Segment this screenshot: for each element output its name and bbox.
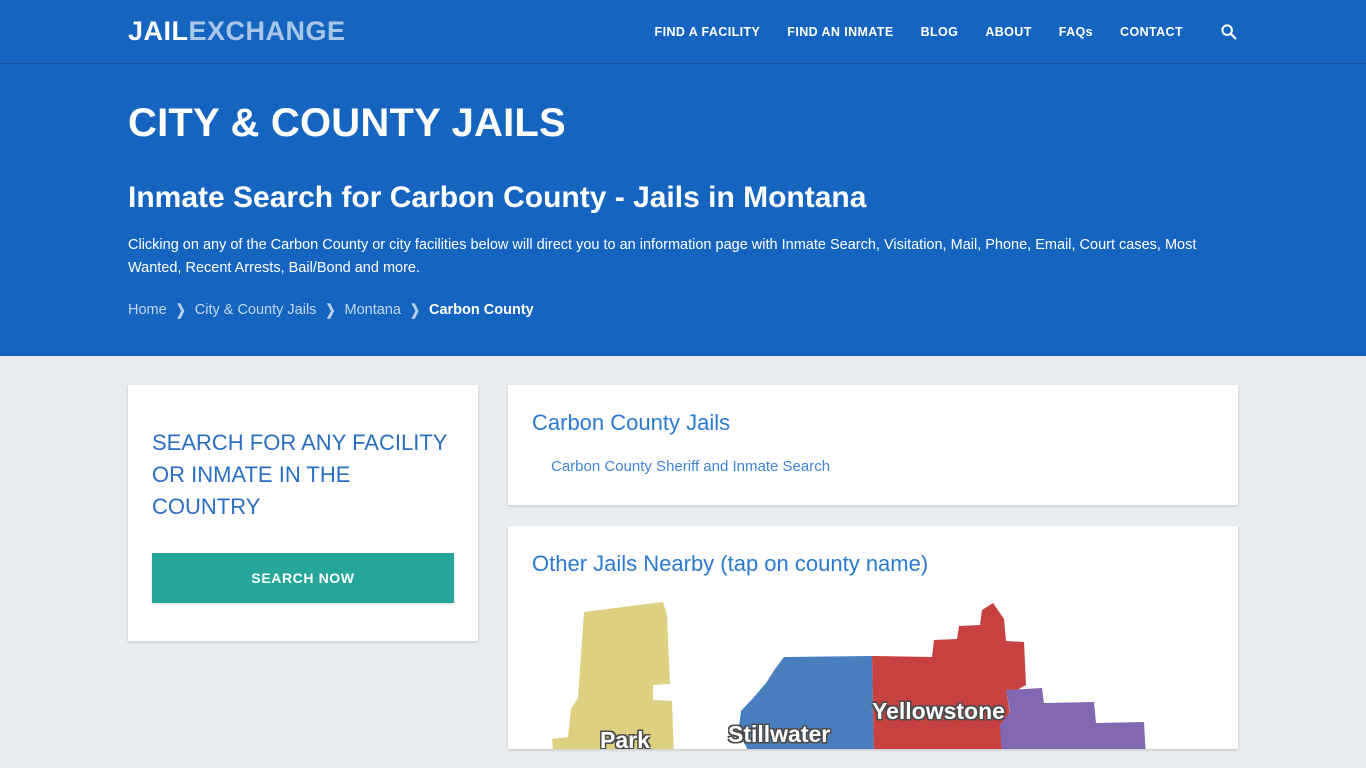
map-county-purple[interactable] bbox=[1000, 688, 1146, 749]
nav-item-blog[interactable]: BLOG bbox=[921, 25, 959, 39]
main-content: SEARCH FOR ANY FACILITY OR INMATE IN THE… bbox=[0, 356, 1366, 768]
county-jails-heading: Carbon County Jails bbox=[532, 410, 731, 435]
search-icon[interactable] bbox=[1218, 22, 1238, 42]
page-subtitle: Inmate Search for Carbon County - Jails … bbox=[128, 181, 867, 214]
nav-item-faqs[interactable]: FAQs bbox=[1059, 25, 1093, 39]
jail-link-carbon-county-sheriff[interactable]: Carbon County Sheriff and Inmate Search bbox=[551, 458, 1214, 475]
chevron-right-icon: ❯ bbox=[175, 301, 186, 319]
breadcrumb: Home ❯ City & County Jails ❯ Montana ❯ C… bbox=[128, 301, 1238, 319]
main-navigation: FIND A FACILITY FIND AN INMATE BLOG ABOU… bbox=[655, 22, 1238, 42]
nearby-jails-card: Other Jails Nearby (tap on county name) … bbox=[508, 526, 1238, 749]
chevron-right-icon: ❯ bbox=[325, 301, 336, 319]
county-map[interactable]: Park Stillwater Yellowstone bbox=[532, 599, 1214, 749]
breadcrumb-item-city-county-jails[interactable]: City & County Jails bbox=[195, 302, 317, 318]
nav-item-about[interactable]: ABOUT bbox=[985, 25, 1031, 39]
nearby-jails-heading: Other Jails Nearby (tap on county name) bbox=[532, 551, 929, 576]
logo-text-secondary: EXCHANGE bbox=[188, 16, 346, 46]
county-jails-card: Carbon County Jails Carbon County Sherif… bbox=[508, 385, 1238, 505]
breadcrumb-item-carbon-county: Carbon County bbox=[429, 301, 534, 318]
map-county-park[interactable] bbox=[552, 602, 674, 749]
sidebar-column: SEARCH FOR ANY FACILITY OR INMATE IN THE… bbox=[128, 385, 478, 642]
breadcrumb-item-home[interactable]: Home bbox=[128, 302, 167, 318]
site-logo[interactable]: JAILEXCHANGE bbox=[128, 18, 346, 45]
county-map-svg[interactable] bbox=[532, 599, 1214, 749]
chevron-right-icon: ❯ bbox=[409, 301, 420, 319]
search-now-button[interactable]: SEARCH NOW bbox=[152, 553, 454, 604]
content-column: Carbon County Jails Carbon County Sherif… bbox=[508, 385, 1238, 749]
hero-section: CITY & COUNTY JAILS Inmate Search for Ca… bbox=[0, 64, 1366, 356]
search-facility-card: SEARCH FOR ANY FACILITY OR INMATE IN THE… bbox=[128, 385, 478, 642]
search-card-title: SEARCH FOR ANY FACILITY OR INMATE IN THE… bbox=[152, 430, 448, 520]
nav-item-find-a-facility[interactable]: FIND A FACILITY bbox=[655, 25, 761, 39]
nav-item-find-an-inmate[interactable]: FIND AN INMATE bbox=[787, 25, 893, 39]
map-county-stillwater[interactable] bbox=[738, 656, 874, 749]
logo-text-primary: JAIL bbox=[128, 16, 189, 46]
page-description: Clicking on any of the Carbon County or … bbox=[128, 237, 1197, 276]
top-navbar: JAILEXCHANGE FIND A FACILITY FIND AN INM… bbox=[0, 0, 1366, 64]
page-title: CITY & COUNTY JAILS bbox=[128, 101, 566, 145]
breadcrumb-item-montana[interactable]: Montana bbox=[345, 302, 401, 318]
nav-item-contact[interactable]: CONTACT bbox=[1120, 25, 1183, 39]
